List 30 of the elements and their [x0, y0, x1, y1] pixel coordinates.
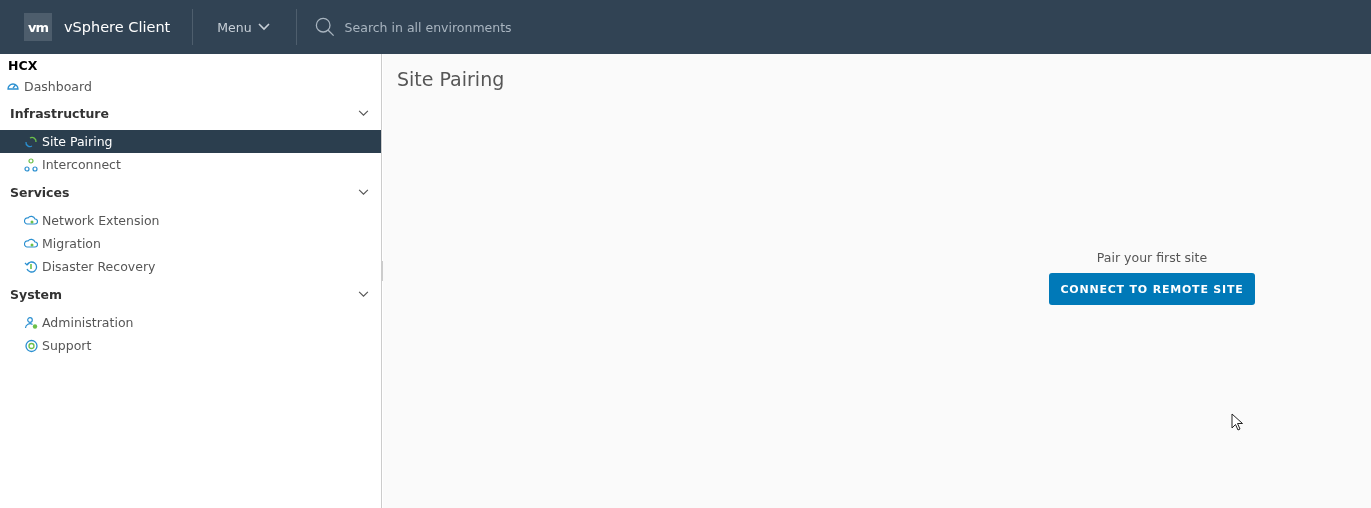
search-field[interactable]: Search in all environments: [342, 18, 587, 36]
sidebar-item[interactable]: Site Pairing: [0, 130, 381, 153]
chevron-icon: [358, 189, 369, 196]
section-header[interactable]: System: [0, 278, 381, 311]
logo: vm: [24, 13, 52, 41]
recovery-icon: [24, 259, 38, 274]
nodes-icon: [24, 157, 38, 172]
page-title: Site Pairing: [397, 68, 506, 90]
cloud-icon: [24, 236, 38, 251]
cloud-icon: [24, 213, 38, 228]
sidebar-item[interactable]: Dashboard: [0, 75, 381, 97]
section-header[interactable]: Infrastructure: [0, 97, 381, 130]
app-title: vSphere Client: [64, 19, 171, 35]
sidebar-title: HCX: [7, 58, 39, 75]
chevron-icon: [358, 291, 369, 298]
sidebar-item[interactable]: Support: [0, 334, 381, 357]
section-header[interactable]: Services: [0, 176, 381, 209]
empty-state-message: Pair your first site: [1096, 250, 1208, 265]
search-icon: [314, 17, 335, 37]
sidebar-item[interactable]: Interconnect: [0, 153, 381, 176]
sidebar-item[interactable]: Migration: [0, 232, 381, 255]
sidebar-item[interactable]: Network Extension: [0, 209, 381, 232]
sidebar-item[interactable]: Disaster Recovery: [0, 255, 381, 278]
support-icon: [24, 338, 38, 353]
chevron-icon: [358, 110, 369, 117]
mouse-pointer-icon: [1231, 413, 1243, 431]
sidebar-item[interactable]: Administration: [0, 311, 381, 334]
chevron-icon: [257, 23, 270, 31]
menu-button[interactable]: Menu: [193, 19, 296, 35]
connect-button[interactable]: CONNECT TO REMOTE SITE: [1049, 273, 1255, 305]
